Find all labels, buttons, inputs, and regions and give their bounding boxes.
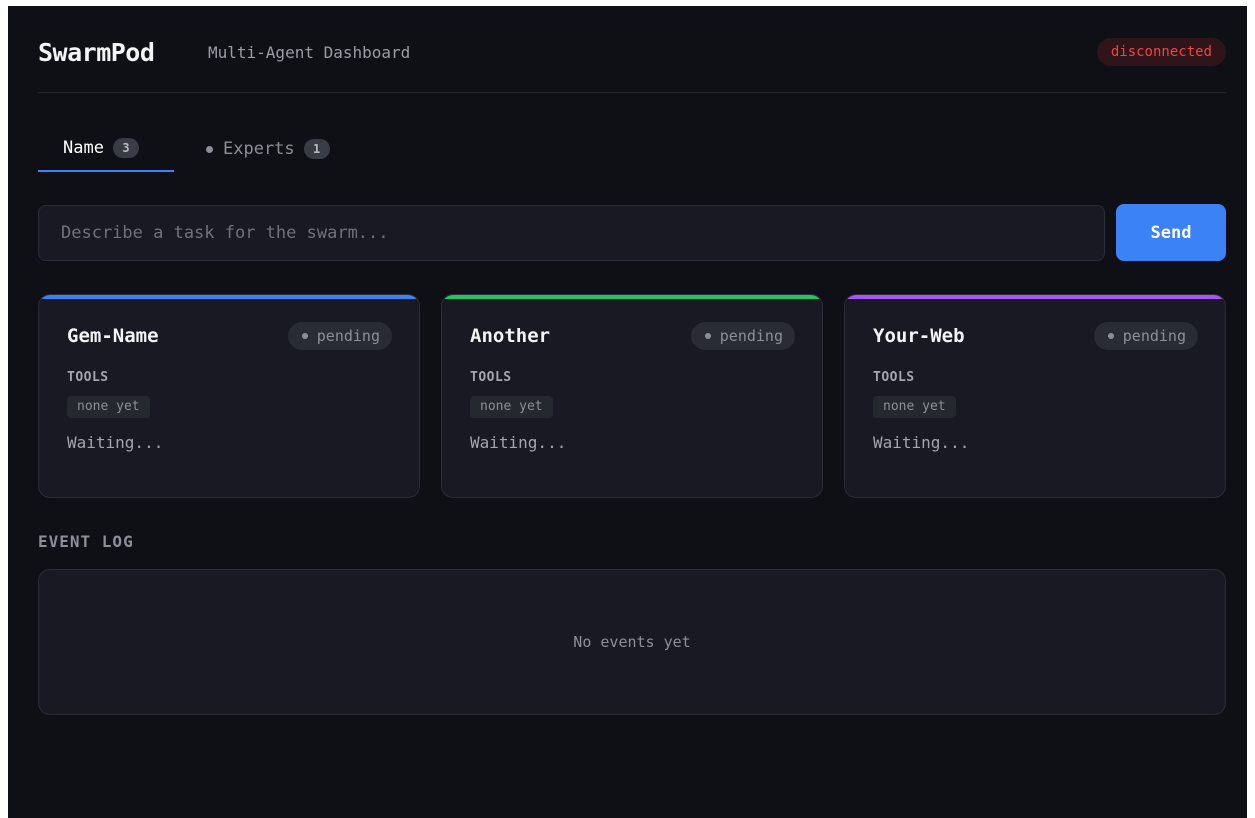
app-window: SwarmPod Multi-Agent Dashboard disconnec…: [8, 6, 1247, 818]
tab-name[interactable]: Name 3: [38, 126, 174, 172]
tab-name-label: Name: [63, 138, 104, 158]
agent-card: Your-Web pending TOOLS none yet Waiting.…: [844, 294, 1226, 498]
tools-chip: none yet: [67, 396, 150, 418]
tab-experts-label: Experts: [223, 139, 295, 159]
agent-name: Gem-Name: [67, 325, 159, 347]
send-button[interactable]: Send: [1116, 204, 1226, 261]
tools-label: TOOLS: [67, 370, 109, 385]
event-log-panel: No events yet: [38, 569, 1226, 715]
event-log-empty-text: No events yet: [573, 633, 691, 651]
agent-card-accent: [442, 295, 822, 299]
agent-name: Your-Web: [873, 325, 965, 347]
agent-output: Waiting...: [873, 433, 970, 452]
agent-card-accent: [39, 295, 419, 299]
event-log-title: EVENT LOG: [38, 532, 134, 551]
app-subtitle: Multi-Agent Dashboard: [208, 43, 411, 62]
agent-name: Another: [470, 325, 551, 347]
agent-status-label: pending: [316, 327, 380, 345]
tools-label: TOOLS: [470, 370, 512, 385]
agent-output: Waiting...: [470, 433, 567, 452]
agent-status-badge: pending: [1093, 322, 1198, 350]
task-input[interactable]: [38, 205, 1105, 261]
agent-status-label: pending: [719, 327, 783, 345]
tab-experts[interactable]: Experts 1: [206, 126, 366, 172]
agent-output: Waiting...: [67, 433, 164, 452]
agent-card-accent: [845, 295, 1225, 299]
tools-chip: none yet: [470, 396, 553, 418]
agent-status-badge: pending: [690, 322, 795, 350]
agent-card: Gem-Name pending TOOLS none yet Waiting.…: [38, 294, 420, 498]
header: SwarmPod Multi-Agent Dashboard disconnec…: [38, 6, 1226, 93]
agent-status-badge: pending: [287, 322, 392, 350]
status-dot-icon: [704, 333, 711, 339]
agent-card: Another pending TOOLS none yet Waiting..…: [441, 294, 823, 498]
agent-status-label: pending: [1122, 327, 1186, 345]
tab-experts-dot-icon: [206, 145, 213, 153]
status-dot-icon: [1107, 333, 1114, 339]
tab-bar: Name 3 Experts 1: [38, 126, 638, 172]
tools-label: TOOLS: [873, 370, 915, 385]
tab-experts-count: 1: [303, 139, 330, 159]
connection-status-badge: disconnected: [1096, 38, 1226, 66]
app-title: SwarmPod: [38, 38, 155, 67]
tools-chip: none yet: [873, 396, 956, 418]
tab-name-count: 3: [112, 138, 139, 158]
status-dot-icon: [301, 333, 308, 339]
